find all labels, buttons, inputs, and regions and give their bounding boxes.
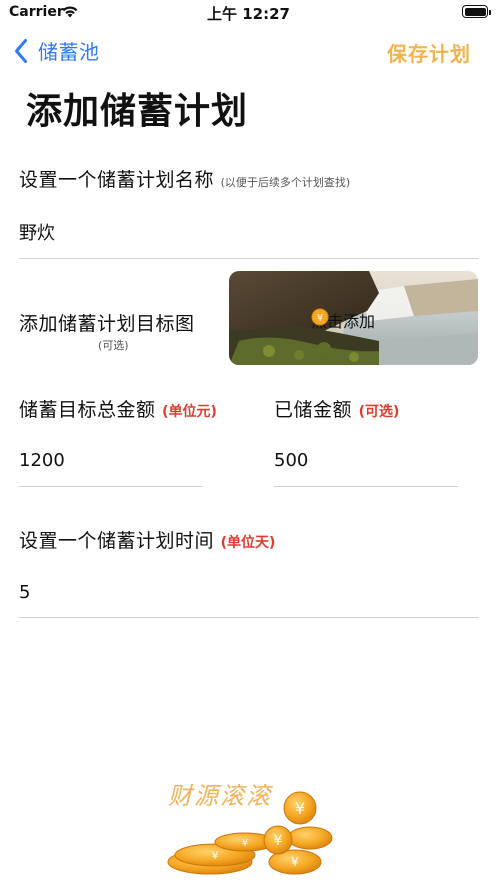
plan-time-label: 设置一个储蓄计划时间 (单位天)	[19, 526, 275, 553]
plan-time-input[interactable]	[19, 581, 479, 618]
target-amount-label-text: 储蓄目标总金额	[19, 399, 156, 421]
svg-text:¥: ¥	[291, 855, 299, 869]
svg-text:¥: ¥	[317, 313, 323, 324]
plan-time-label-text: 设置一个储蓄计划时间	[19, 530, 215, 552]
plan-name-input[interactable]	[19, 220, 479, 259]
plan-time-hint: (单位天)	[220, 535, 276, 551]
target-image-picker[interactable]: ¥ 点击添加	[229, 271, 478, 365]
page-title: 添加储蓄计划	[26, 91, 249, 132]
plan-name-label: 设置一个储蓄计划名称 (以便于后续多个计划查找)	[19, 165, 350, 192]
chevron-left-icon	[15, 38, 27, 63]
back-button[interactable]: 储蓄池	[14, 36, 100, 65]
saved-amount-hint: (可选)	[358, 404, 400, 420]
target-amount-hint: (单位元)	[162, 404, 217, 420]
svg-text:¥: ¥	[242, 838, 248, 849]
target-image-optional-note: (可选)	[98, 339, 129, 352]
svg-text:¥: ¥	[274, 833, 283, 849]
target-amount-input[interactable]	[19, 449, 203, 487]
back-button-label: 储蓄池	[38, 40, 100, 64]
svg-text:¥: ¥	[295, 799, 305, 818]
status-bar: Carrier 上午 12:27	[0, 0, 497, 26]
target-image-label: 添加储蓄计划目标图	[19, 313, 195, 335]
save-plan-button[interactable]: 保存计划	[387, 38, 471, 67]
svg-text:¥: ¥	[212, 849, 219, 862]
saved-amount-label-text: 已储金额	[274, 399, 353, 421]
plan-name-hint: (以便于后续多个计划查找)	[220, 176, 351, 189]
navigation-bar: 储蓄池 保存计划	[0, 30, 497, 74]
saved-amount-input[interactable]	[274, 449, 458, 487]
target-image-add-button[interactable]: ¥ 点击添加	[311, 308, 375, 332]
target-amount-label: 储蓄目标总金额 (单位元)	[19, 395, 217, 422]
footer-slogan: 财源滚滚	[168, 782, 272, 810]
saved-amount-label: 已储金额 (可选)	[274, 395, 399, 422]
battery-icon	[462, 5, 491, 18]
status-time: 上午 12:27	[207, 5, 290, 23]
plan-name-label-text: 设置一个储蓄计划名称	[19, 169, 215, 191]
coin-icon: ¥	[311, 308, 329, 326]
